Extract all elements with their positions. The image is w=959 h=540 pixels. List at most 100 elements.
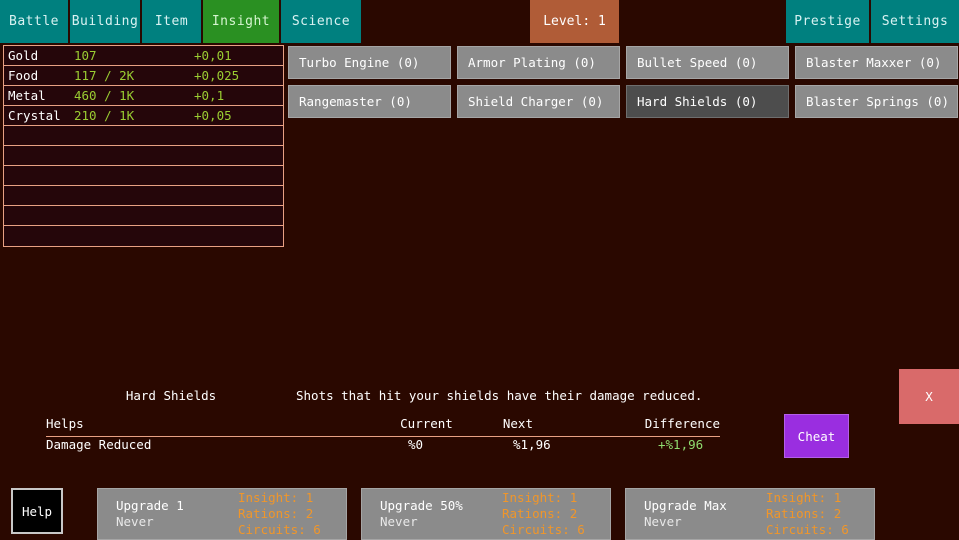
- upgrade-stats-header-row: Helps Current Next Difference: [46, 416, 720, 437]
- upgrade-detail-header: Hard Shields Shots that hit your shields…: [46, 388, 722, 408]
- close-button[interactable]: X: [899, 369, 959, 424]
- tab-item[interactable]: Item: [142, 0, 203, 43]
- insight-upgrade-button[interactable]: Blaster Maxxer (0): [795, 46, 958, 79]
- tab-settings-label: Settings: [881, 14, 949, 29]
- purchase-cost-line: Circuits: 6: [502, 522, 585, 537]
- tab-insight[interactable]: Insight: [203, 0, 281, 43]
- stat-current-value: %0: [408, 437, 424, 452]
- resource-rate: +0,05: [194, 108, 232, 123]
- help-button-label: Help: [21, 503, 53, 519]
- insight-upgrade-label: Rangemaster (0): [299, 94, 412, 109]
- resource-row: [4, 166, 283, 186]
- purchase-cost-line: Insight: 1: [766, 490, 842, 505]
- resource-row: [4, 126, 283, 146]
- upgrade-stats-row: Damage Reduced %0 %1,96 +%1,96: [46, 437, 720, 456]
- upgrade-stats-table: Helps Current Next Difference Damage Red…: [46, 416, 720, 456]
- insight-upgrade-button[interactable]: Armor Plating (0): [457, 46, 620, 79]
- insight-upgrade-label: Turbo Engine (0): [299, 55, 420, 70]
- purchase-cost-line: Insight: 1: [502, 490, 578, 505]
- column-header-difference: Difference: [644, 416, 720, 431]
- resource-amount: 107: [74, 48, 97, 63]
- insight-upgrade-button[interactable]: Turbo Engine (0): [288, 46, 451, 79]
- resource-amount: 117 / 2K: [74, 68, 135, 83]
- column-header-current: Current: [400, 416, 453, 431]
- insight-upgrade-button[interactable]: Rangemaster (0): [288, 85, 451, 118]
- cheat-button[interactable]: Cheat: [784, 414, 849, 458]
- purchase-cost-list: Insight: 1 Rations: 2 Circuits: 6: [502, 490, 585, 538]
- resource-name: Gold: [8, 48, 39, 63]
- purchase-action-label: Upgrade 1: [116, 498, 184, 513]
- cheat-button-label: Cheat: [797, 428, 836, 444]
- resource-rate: +0,01: [194, 48, 232, 63]
- level-badge: Level: 1: [530, 0, 619, 43]
- insight-upgrade-button[interactable]: Hard Shields (0): [626, 85, 789, 118]
- purchase-cost-line: Insight: 1: [238, 490, 314, 505]
- purchase-button[interactable]: Upgrade Max Never Insight: 1 Rations: 2 Circ…: [625, 488, 875, 540]
- tab-settings[interactable]: Settings: [871, 0, 959, 43]
- purchase-cost-line: Rations: 2: [238, 506, 314, 521]
- upgrade-detail-description: Shots that hit your shields have their d…: [296, 388, 703, 403]
- purchase-button-row: Upgrade 1 Never Insight: 1 Rations: 2 Circui…: [97, 488, 957, 540]
- top-navigation-bar: Battle Building Item Insight Science Lev…: [0, 0, 959, 43]
- stat-next-value: %1,96: [513, 437, 551, 452]
- upgrade-detail-title: Hard Shields: [125, 388, 217, 403]
- resource-row: [4, 226, 283, 246]
- insight-upgrade-button[interactable]: Shield Charger (0): [457, 85, 620, 118]
- tab-science-label: Science: [291, 14, 351, 29]
- resource-name: Metal: [8, 88, 46, 103]
- resource-rate: +0,025: [194, 68, 240, 83]
- tab-battle[interactable]: Battle: [0, 0, 70, 43]
- resource-name: Crystal: [8, 108, 61, 123]
- tab-battle-label: Battle: [9, 14, 59, 29]
- tab-science[interactable]: Science: [281, 0, 363, 43]
- purchase-cost-line: Circuits: 6: [238, 522, 321, 537]
- insight-upgrade-label: Bullet Speed (0): [637, 55, 758, 70]
- purchase-action-label: Upgrade Max: [644, 498, 727, 513]
- stat-difference-value: +%1,96: [658, 437, 704, 452]
- column-header-next: Next: [502, 416, 533, 431]
- purchase-button-labels: Upgrade 1 Never: [98, 498, 238, 530]
- resource-name: Food: [8, 68, 39, 83]
- purchase-cost-line: Rations: 2: [502, 506, 578, 521]
- top-bar-spacer-left: [363, 0, 530, 43]
- insight-upgrade-label: Blaster Springs (0): [806, 94, 949, 109]
- resource-row: Metal 460 / 1K +0,1: [4, 86, 283, 106]
- insight-upgrade-label: Shield Charger (0): [468, 94, 604, 109]
- purchase-button[interactable]: Upgrade 1 Never Insight: 1 Rations: 2 Circui…: [97, 488, 347, 540]
- resource-amount: 460 / 1K: [74, 88, 135, 103]
- purchase-action-label: Upgrade 50%: [380, 498, 463, 513]
- tab-building[interactable]: Building: [70, 0, 142, 43]
- stat-name: Damage Reduced: [46, 437, 152, 452]
- column-header-helps: Helps: [46, 416, 84, 431]
- resource-panel: Gold 107 +0,01 Food 117 / 2K +0,025 Metal 460 /…: [3, 45, 284, 247]
- insight-upgrade-grid: Turbo Engine (0) Armor Plating (0) Bullet …: [288, 46, 958, 118]
- purchase-button[interactable]: Upgrade 50% Never Insight: 1 Rations: 2 Circ…: [361, 488, 611, 540]
- upgrade-detail-panel: Hard Shields Shots that hit your shields…: [46, 388, 722, 456]
- level-badge-label: Level: 1: [543, 14, 606, 29]
- purchase-cost-list: Insight: 1 Rations: 2 Circuits: 6: [766, 490, 849, 538]
- insight-upgrade-label: Hard Shields (0): [637, 94, 758, 109]
- tab-prestige[interactable]: Prestige: [786, 0, 871, 43]
- resource-row: [4, 146, 283, 166]
- purchase-timing-label: Never: [380, 514, 418, 529]
- purchase-timing-label: Never: [116, 514, 154, 529]
- purchase-cost-line: Rations: 2: [766, 506, 842, 521]
- resource-row: Food 117 / 2K +0,025: [4, 66, 283, 86]
- resource-row: [4, 206, 283, 226]
- purchase-button-labels: Upgrade Max Never: [626, 498, 766, 530]
- tab-insight-label: Insight: [211, 14, 271, 29]
- tab-building-label: Building: [71, 14, 139, 29]
- help-button[interactable]: Help: [11, 488, 63, 534]
- resource-row: Gold 107 +0,01: [4, 46, 283, 66]
- insight-upgrade-button[interactable]: Blaster Springs (0): [795, 85, 958, 118]
- resource-amount: 210 / 1K: [74, 108, 135, 123]
- resource-row: Crystal 210 / 1K +0,05: [4, 106, 283, 126]
- insight-upgrade-button[interactable]: Bullet Speed (0): [626, 46, 789, 79]
- purchase-button-labels: Upgrade 50% Never: [362, 498, 502, 530]
- close-icon: X: [925, 389, 933, 404]
- resource-rate: +0,1: [194, 88, 225, 103]
- purchase-cost-line: Circuits: 6: [766, 522, 849, 537]
- resource-row: [4, 186, 283, 206]
- insight-upgrade-label: Blaster Maxxer (0): [806, 55, 942, 70]
- tab-prestige-label: Prestige: [794, 14, 861, 29]
